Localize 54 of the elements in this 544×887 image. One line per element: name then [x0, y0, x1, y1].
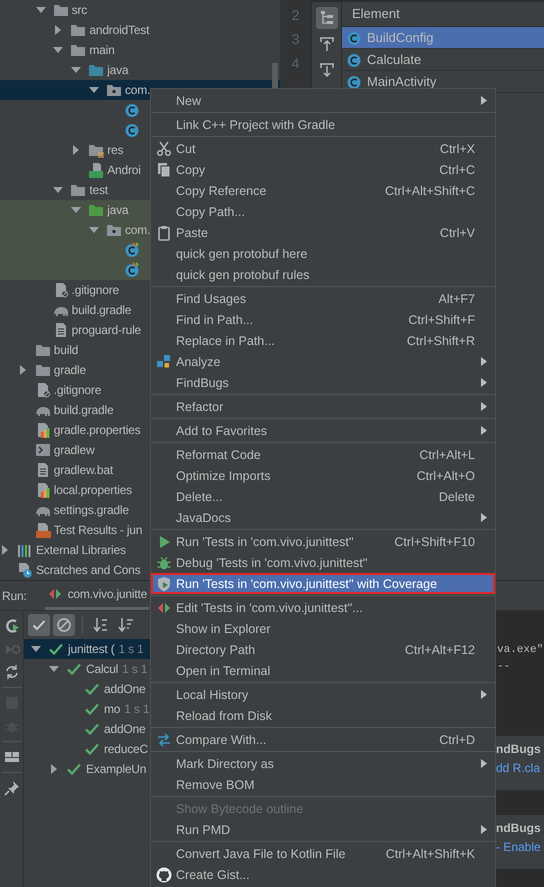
shortcut-label: Ctrl+Alt+Shift+K: [386, 846, 475, 860]
test-name: addOne: [104, 682, 146, 696]
shortcut-label: Ctrl+Alt+F12: [404, 642, 475, 656]
test-name: reduceC: [104, 742, 148, 756]
test-name: Calcul: [86, 662, 118, 676]
tree-label: settings.gradle: [54, 503, 129, 517]
test-name: junittest (: [68, 642, 114, 656]
shortcut-label: Delete: [438, 490, 475, 504]
tree-label: com.: [125, 223, 150, 237]
test-duration: 1 s 1: [122, 662, 148, 676]
tree-label: .gitignore: [54, 383, 102, 397]
shortcut-label: Ctrl+Alt+O: [416, 468, 475, 482]
tree-label: proguard-rule: [72, 323, 142, 337]
tree-label: build: [54, 343, 78, 357]
tree-label: Androi: [107, 163, 141, 177]
tree-label: gradlew.bat: [54, 463, 113, 477]
tree-label: androidTest: [89, 23, 150, 37]
tree-label: java: [107, 63, 128, 77]
shortcut-label: Ctrl+Shift+F10: [394, 534, 475, 548]
tree-label: main: [89, 43, 115, 57]
tree-label: test: [89, 183, 108, 197]
tree-label: Test Results - jun: [54, 523, 142, 537]
tree-label: build.gradle: [72, 303, 132, 317]
tree-label: res: [107, 143, 124, 157]
test-name: mo: [104, 702, 120, 716]
tree-label: local.properties: [54, 483, 132, 497]
shortcut-label: Ctrl+C: [439, 162, 475, 176]
test-name: addOne: [104, 722, 146, 736]
test-duration: 1 s 1: [118, 642, 144, 656]
tree-label: gradlew: [54, 443, 94, 457]
shortcut-label: Alt+F7: [438, 292, 475, 306]
console-line: --: [496, 660, 512, 675]
tree-label: gradle.properties: [54, 423, 140, 437]
tree-label: java: [107, 203, 128, 217]
notification-title: ndBugs: [496, 741, 542, 756]
notification-title: ndBugs: [496, 820, 542, 835]
shortcut-label: Ctrl+X: [440, 142, 475, 156]
tree-label: gradle: [54, 363, 86, 377]
tree-label: .gitignore: [72, 283, 119, 297]
console-line: va.exe": [496, 643, 544, 658]
tree-label: build.gradle: [54, 403, 114, 417]
tree-label: External Libraries: [36, 543, 126, 557]
test-name: ExampleUn: [86, 762, 146, 776]
tree-label: Scratches and Cons: [36, 563, 140, 577]
shortcut-label: Ctrl+Alt+Shift+C: [385, 184, 475, 198]
panel-title: Run:: [2, 588, 27, 602]
test-duration: 1 s 1: [124, 702, 150, 716]
shortcut-label: Ctrl+Alt+L: [419, 448, 475, 462]
tree-label: com.: [125, 83, 150, 97]
shortcut-label: Ctrl+Shift+R: [406, 334, 475, 348]
tree-label: src: [72, 3, 87, 17]
shortcut-label: Ctrl+D: [439, 732, 475, 746]
shortcut-label: Ctrl+Shift+F: [408, 312, 475, 326]
shortcut-label: Ctrl+V: [440, 226, 475, 240]
